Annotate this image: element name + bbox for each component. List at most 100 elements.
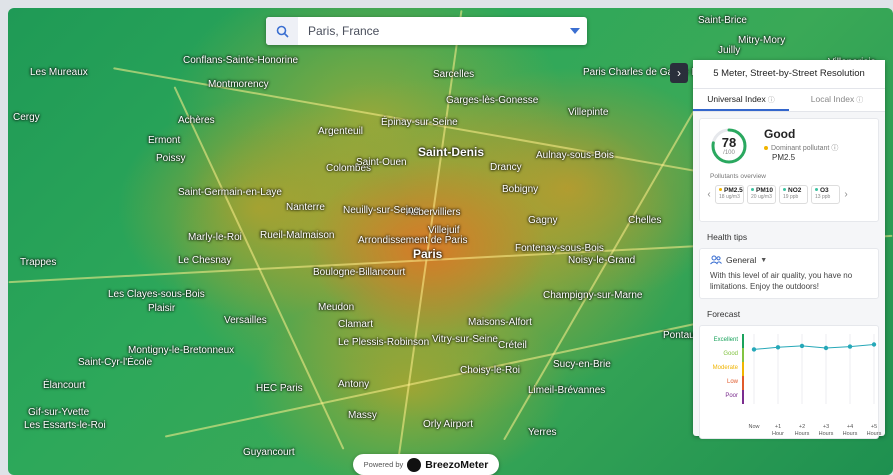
- map-place-label: Conflans-Sainte-Honorine: [183, 55, 299, 66]
- map-place-label: Antony: [338, 379, 370, 390]
- pollutant-list: PM2.5 18 ug/m3 PM10 20 ug/m3 NO2 19 ppb O3 13 p…: [715, 184, 840, 204]
- forecast-hour-label: +2 Hours: [794, 424, 810, 437]
- forecast-point[interactable]: [799, 344, 805, 349]
- map-place-label: Achères: [178, 115, 215, 126]
- pollutant-dot: [783, 188, 786, 192]
- map-place-label: Saint-Germain-en-Laye: [178, 187, 282, 198]
- map-place-label: Élancourt: [43, 380, 86, 391]
- pollutant-chip[interactable]: PM10 20 ug/m3: [747, 184, 776, 204]
- map-place-label: Maisons-Alfort: [468, 317, 532, 328]
- map-place-label: Ermont: [148, 135, 181, 146]
- pollutant-chip[interactable]: O3 13 ppb: [811, 184, 840, 204]
- pollutant-value: 20 ug/m3: [751, 193, 772, 200]
- map-place-label: Les Mureaux: [30, 67, 88, 78]
- pollutant-name: NO2: [783, 187, 804, 194]
- powered-by-badge[interactable]: Powered by BreezoMeter: [353, 454, 499, 475]
- collapse-panel-button[interactable]: ›: [670, 63, 688, 83]
- map-place-label: Aulnay-sous-Bois: [536, 150, 614, 161]
- chevron-down-icon: ▼: [760, 256, 768, 264]
- map-place-label: Argenteuil: [318, 126, 364, 137]
- map-place-label: Rueil-Malmaison: [260, 230, 335, 241]
- dominant-label-text: Dominant pollutant: [771, 145, 830, 152]
- forecast-chart: Excellent Good Moderate Low Poor Now +1 Hour +2…: [699, 325, 881, 440]
- map-place-label: Chelles: [628, 215, 662, 226]
- map-place-label: Choisy-le-Roi: [460, 365, 521, 376]
- tab-local-index[interactable]: Local Index ⓘ: [789, 89, 885, 111]
- forecast-point[interactable]: [775, 345, 781, 350]
- location-search-input[interactable]: [298, 23, 563, 39]
- map-place-label: Mitry-Mory: [738, 35, 786, 46]
- health-tips-card: General ▼ With this level of air quality…: [699, 248, 879, 300]
- pollutant-name-text: O3: [820, 186, 829, 194]
- forecast-level-label: Moderate: [712, 365, 738, 372]
- map-place-label: Nanterre: [286, 202, 325, 213]
- info-icon[interactable]: ⓘ: [768, 97, 775, 104]
- pollutant-chip[interactable]: NO2 19 ppb: [779, 184, 808, 204]
- forecast-point[interactable]: [847, 344, 853, 350]
- forecast-title: Forecast: [707, 309, 741, 320]
- tab-universal-index[interactable]: Universal Index ⓘ: [693, 89, 789, 111]
- forecast-point[interactable]: [823, 346, 829, 351]
- chevron-right-icon[interactable]: ›: [843, 189, 849, 200]
- forecast-level-label: Low: [726, 379, 738, 386]
- pollutant-dot: [815, 188, 818, 192]
- pollutant-value: 19 ppb: [783, 193, 799, 200]
- forecast-hour-label: +4 Hours: [842, 424, 858, 437]
- pollutant-name: PM10: [751, 186, 773, 194]
- map-place-label: Marly-le-Roi: [188, 232, 242, 243]
- powered-by-text: Powered by: [363, 460, 404, 469]
- map-place-label: Saint-Denis: [418, 145, 485, 159]
- pollutant-chip[interactable]: PM2.5 18 ug/m3: [715, 184, 744, 204]
- aqi-scale: /100: [723, 150, 735, 156]
- map-place-label: Boulogne-Billancourt: [313, 267, 406, 278]
- forecast-hour-label: Now: [748, 424, 760, 431]
- map-place-label: Sucy-en-Brie: [553, 359, 611, 370]
- map-place-label: Massy: [348, 410, 377, 421]
- map-place-label: Noisy-le-Grand: [568, 255, 636, 266]
- map-place-label: Épinay-sur-Seine: [381, 117, 458, 128]
- map-place-label: Gagny: [528, 215, 558, 226]
- map-place-label: Trappes: [20, 257, 57, 268]
- pollutant-name: O3: [815, 187, 836, 194]
- map-place-label: Montmorency: [208, 79, 269, 90]
- chevron-down-icon[interactable]: [563, 28, 587, 34]
- pollutant-name-text: PM10: [756, 186, 773, 194]
- location-search-bar[interactable]: [266, 17, 587, 45]
- aqi-category: Good: [764, 127, 796, 141]
- people-icon: [710, 255, 722, 265]
- map-place-label: Juilly: [718, 45, 741, 56]
- map-place-label: Paris: [413, 247, 443, 261]
- pollutants-row: ‹ PM2.5 18 ug/m3 PM10 20 ug/m3 NO2 19 ppb O3 13…: [706, 183, 874, 205]
- map-place-label: Le Plessis-Robinson: [338, 337, 430, 348]
- map-place-label: Limeil-Brévannes: [528, 385, 606, 396]
- pollutant-dot: [719, 188, 722, 192]
- forecast-level-label: Good: [723, 351, 738, 358]
- health-group-selector[interactable]: General ▼: [710, 255, 868, 265]
- forecast-point[interactable]: [871, 342, 877, 348]
- map-place-label: Champigny-sur-Marne: [543, 290, 643, 301]
- chevron-left-icon[interactable]: ‹: [706, 189, 712, 200]
- forecast-level-bar: [742, 334, 744, 349]
- pollutant-dot: [764, 146, 768, 151]
- map-place-label: Arrondissement de Paris: [358, 235, 468, 246]
- forecast-plot: [751, 334, 877, 405]
- pollutant-dot: [751, 188, 754, 192]
- map-place-label: Guyancourt: [243, 447, 295, 458]
- map-place-label: HEC Paris: [256, 383, 303, 394]
- pollutant-value: 13 ppb: [815, 193, 831, 200]
- aqi-gauge: 78 /100: [710, 127, 748, 165]
- info-icon[interactable]: ⓘ: [856, 97, 863, 104]
- search-icon[interactable]: [266, 17, 298, 45]
- map-place-label: Poissy: [156, 153, 186, 164]
- map-place-label: Fontenay-sous-Bois: [515, 243, 604, 254]
- forecast-point[interactable]: [751, 347, 757, 352]
- forecast-level-bar: [742, 362, 744, 377]
- forecast-level-label: Poor: [725, 393, 738, 400]
- forecast-hour-label: +1 Hour: [772, 424, 784, 437]
- map-place-label: Neuilly-sur-Seine: [343, 205, 420, 216]
- tab-local-label: Local Index: [810, 94, 855, 104]
- breezometer-logo-icon: [407, 457, 422, 472]
- aqi-value: 78: [721, 135, 737, 150]
- info-icon[interactable]: ⓘ: [831, 145, 838, 152]
- air-quality-panel: 5 Meter, Street-by-Street Resolution Uni…: [693, 60, 885, 440]
